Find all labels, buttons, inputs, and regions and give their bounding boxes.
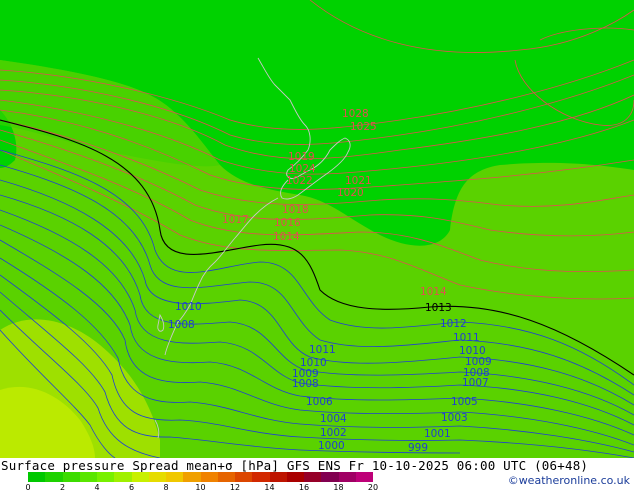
- isobar-label: 1010: [175, 301, 202, 313]
- colorbar-tick-label: 6: [128, 483, 135, 492]
- pressure-spread-map: 1028 1025 1024 1022 1021 1020 1019 1018 …: [0, 0, 634, 458]
- colorbar-swatch: [355, 472, 373, 482]
- isobar-label: 1013: [425, 302, 452, 314]
- isobar-label: 1021: [345, 175, 372, 187]
- isobar-label: 1000: [318, 440, 345, 452]
- colorbar-swatch: [114, 472, 132, 482]
- colorbar-tick-label: 0: [25, 483, 31, 492]
- isobar-label: 1022: [286, 175, 313, 187]
- colorbar-swatch: [235, 472, 253, 482]
- map-title: Surface pressure Spread mean+σ [hPa] GFS…: [1, 458, 589, 473]
- isobar-label: 1001: [424, 428, 451, 440]
- colorbar-swatch: [131, 472, 149, 482]
- isobar-label: 1003: [441, 412, 468, 424]
- isobar-label: 1017: [222, 214, 249, 226]
- colorbar-swatch: [62, 472, 80, 482]
- isobar-label: 1002: [320, 427, 347, 439]
- colorbar-swatch: [148, 472, 166, 482]
- isobar-label: 1024: [289, 163, 316, 175]
- isobar-label: 1016: [274, 217, 301, 229]
- isobar-label: 1012: [440, 318, 467, 330]
- colorbar-swatch: [304, 472, 322, 482]
- colorbar-tick-label: 2: [59, 483, 66, 492]
- colorbar-swatch: [28, 472, 46, 482]
- colorbar-swatch: [97, 472, 115, 482]
- isobar-label: 1006: [306, 396, 333, 408]
- isobar-label: 1011: [309, 344, 336, 356]
- isobar-label: 1007: [462, 377, 489, 389]
- colorbar-tick-label: 10: [195, 483, 206, 492]
- colorbar-swatch: [338, 472, 356, 482]
- colorbar-swatch: [183, 472, 201, 482]
- isobar-label: 1018: [282, 204, 309, 216]
- colorbar-swatch: [286, 472, 304, 482]
- colorbar-swatch: [166, 472, 184, 482]
- colorbar-swatch: [321, 472, 339, 482]
- colorbar-tick-label: 16: [298, 483, 310, 492]
- spread-colorbar: [28, 472, 373, 482]
- isobar-label: 1014: [420, 286, 447, 298]
- isobar-label: 1019: [288, 151, 315, 163]
- colorbar-tick-label: 12: [229, 483, 241, 492]
- isobar-label: 999: [408, 442, 428, 454]
- colorbar-swatch: [200, 472, 218, 482]
- isobar-label: 1028: [342, 108, 369, 120]
- isobar-label: 1011: [453, 332, 480, 344]
- colorbar-tick-label: 14: [264, 483, 275, 492]
- isobar-label: 1008: [168, 319, 195, 331]
- isobar-label: 1014: [273, 231, 300, 243]
- isobar-label: 1005: [451, 396, 478, 408]
- isobar-label: 1025: [350, 121, 377, 133]
- colorbar-swatch: [269, 472, 287, 482]
- isobar-label: 1020: [337, 187, 364, 199]
- colorbar-tick-label: 4: [94, 483, 100, 492]
- colorbar-swatch: [79, 472, 97, 482]
- colorbar-tick-label: 20: [367, 483, 379, 492]
- source-credit: ©weatheronline.co.uk: [507, 474, 630, 487]
- colorbar-swatch: [217, 472, 235, 482]
- colorbar-swatch: [252, 472, 270, 482]
- colorbar-swatch: [45, 472, 63, 482]
- colorbar-tick-label: 8: [163, 483, 169, 492]
- map-footer: Surface pressure Spread mean+σ [hPa] GFS…: [0, 458, 634, 492]
- isobar-label: 1008: [292, 378, 319, 390]
- isobar-label: 1004: [320, 413, 347, 425]
- colorbar-tick-label: 18: [333, 483, 344, 492]
